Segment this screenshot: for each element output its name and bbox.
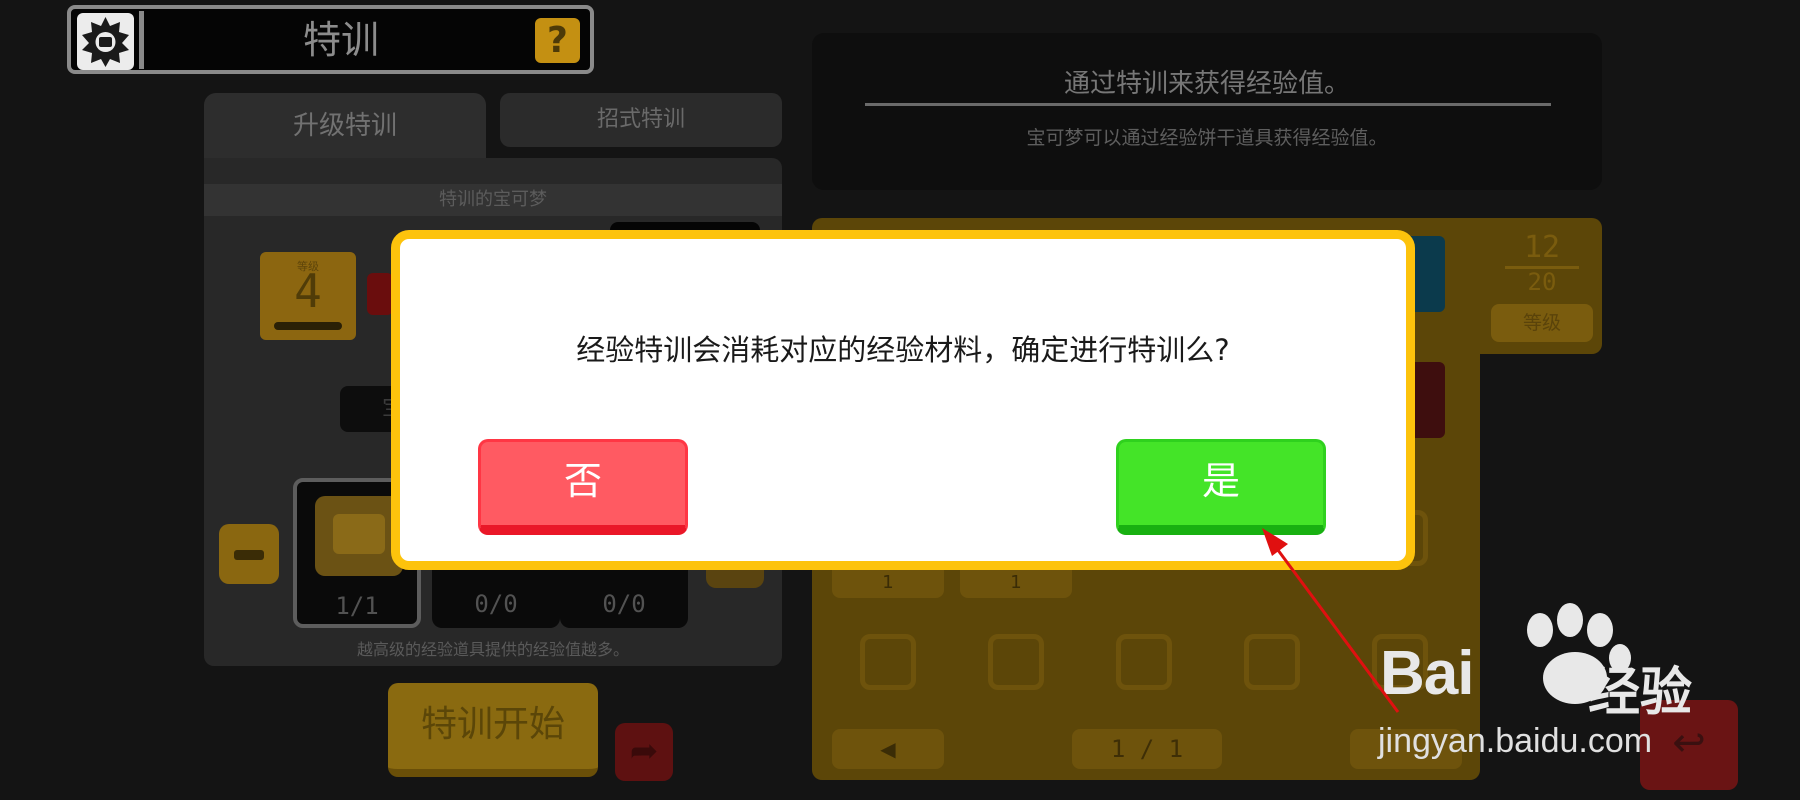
- info-subtitle: 宝可梦可以通过经验饼干道具获得经验值。: [1026, 127, 1388, 149]
- info-divider: [865, 103, 1551, 106]
- page-title: 特训: [302, 18, 379, 62]
- title-bar: 特训 ?: [67, 5, 594, 74]
- item-count: 0/0: [474, 590, 518, 618]
- exp-bar: [274, 322, 342, 330]
- level-badge: 等级 4: [260, 252, 356, 340]
- item-count: 1/1: [335, 592, 379, 620]
- prev-page-button[interactable]: ◀: [832, 729, 944, 769]
- candy-face-icon: [333, 514, 385, 554]
- start-training-button[interactable]: 特训开始: [388, 683, 598, 777]
- empty-slot[interactable]: [988, 634, 1044, 690]
- panel-hint: 越高级的经验道具提供的经验值越多。: [356, 640, 629, 659]
- settings-gear-icon[interactable]: [77, 13, 134, 70]
- minus-button[interactable]: [219, 524, 279, 584]
- tab-move-training[interactable]: 招式特训: [500, 93, 782, 147]
- watermark-brand-cn: 经验: [1588, 663, 1693, 723]
- panel-header: 特训的宝可梦: [204, 184, 782, 216]
- title-divider: [139, 11, 144, 69]
- share-icon[interactable]: ➦: [615, 723, 673, 781]
- confirm-dialog: 经验特训会消耗对应的经验材料，确定进行特训么? 否 是: [391, 230, 1415, 570]
- level-value: 4: [294, 264, 322, 318]
- help-icon[interactable]: ?: [535, 18, 580, 63]
- watermark-url: jingyan.baidu.com: [1378, 722, 1653, 760]
- info-panel: 通过特训来获得经验值。 宝可梦可以通过经验饼干道具获得经验值。: [812, 33, 1602, 190]
- fraction-numerator: 12: [1523, 230, 1561, 265]
- arrow-connector: [367, 273, 393, 315]
- page-indicator: 1 / 1: [1072, 729, 1222, 769]
- item-count: 1: [832, 568, 944, 598]
- fraction-denominator: 20: [1527, 268, 1557, 296]
- empty-slot[interactable]: [1244, 634, 1300, 690]
- tab-level-training[interactable]: 升级特训: [204, 93, 486, 163]
- level-tag: 等级: [1491, 304, 1593, 342]
- minus-icon: [234, 550, 264, 560]
- item-count: 1: [960, 568, 1072, 598]
- info-title: 通过特训来获得经验值。: [1063, 69, 1350, 99]
- empty-slot[interactable]: [1116, 634, 1172, 690]
- empty-slot[interactable]: [860, 634, 916, 690]
- dialog-message: 经验特训会消耗对应的经验材料，确定进行特训么?: [576, 333, 1230, 367]
- yes-button[interactable]: 是: [1116, 439, 1326, 535]
- no-button[interactable]: 否: [478, 439, 688, 535]
- watermark-brand: Bai: [1380, 639, 1474, 708]
- exp-candy-icon: [315, 496, 403, 576]
- item-count: 0/0: [602, 590, 646, 618]
